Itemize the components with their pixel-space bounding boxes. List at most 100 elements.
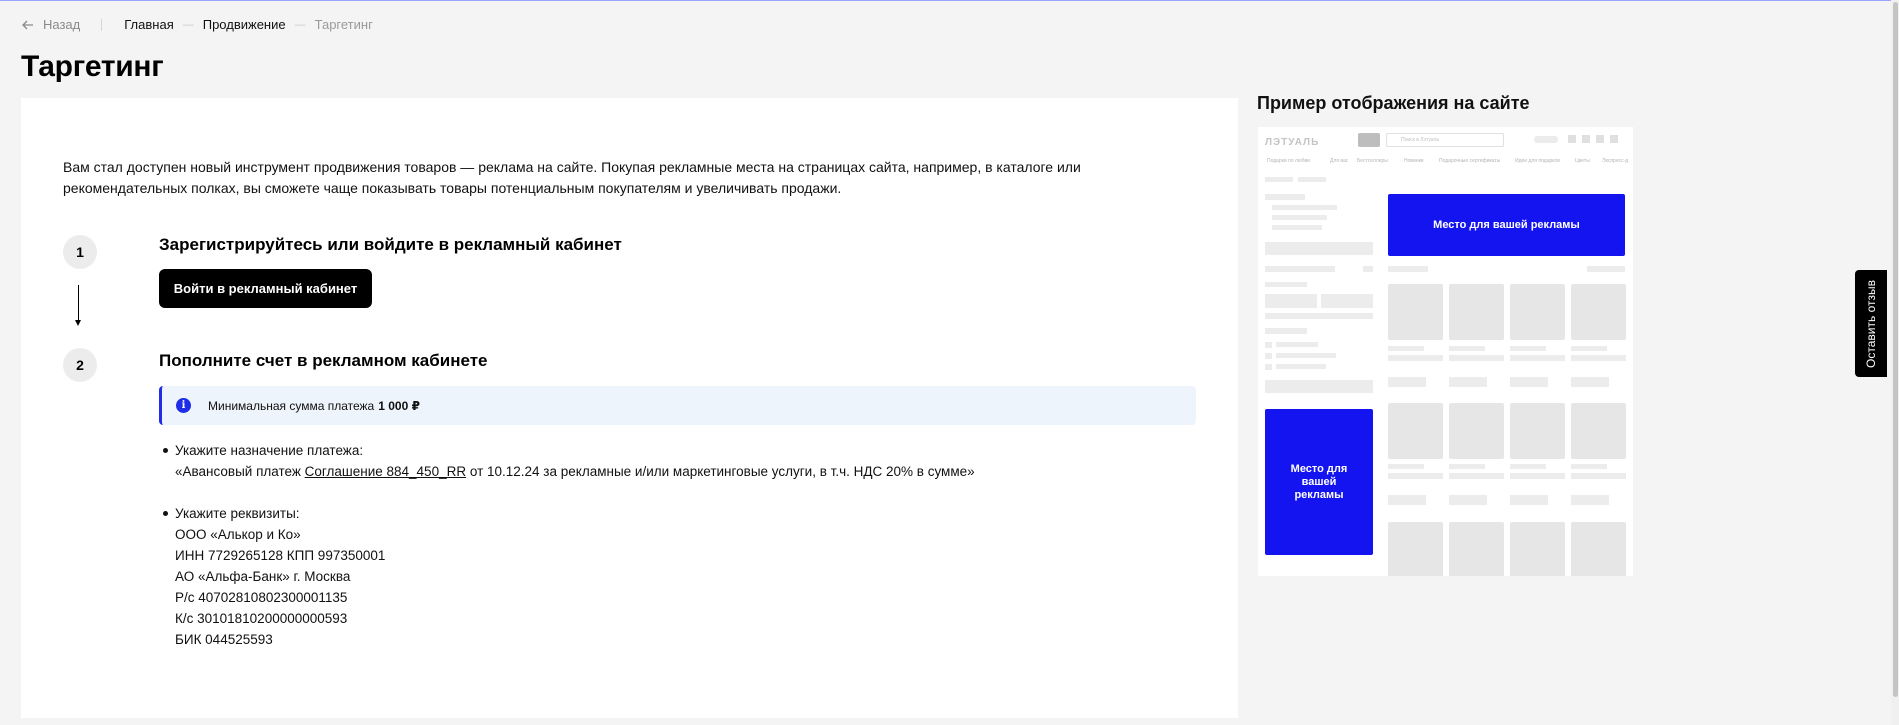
placeholder-checkbox	[1265, 342, 1272, 348]
requisite-line: Р/с 40702810802300001135	[175, 590, 348, 605]
feedback-tab[interactable]: Оставить отзыв	[1855, 270, 1887, 377]
preview-icon	[1568, 135, 1576, 143]
placeholder-bar	[1272, 205, 1337, 210]
preview-nav-item: Бестселлеры	[1357, 158, 1388, 164]
requisite-line: К/с 30101810200000000593	[175, 611, 348, 626]
preview-logo: ЛЭТУАЛЬ	[1265, 137, 1320, 148]
breadcrumb-divider	[101, 18, 103, 31]
page-title: Таргетинг	[21, 50, 164, 83]
ad-banner-top: Место для вашей рекламы	[1388, 194, 1625, 256]
placeholder-bar	[1272, 215, 1327, 220]
placeholder-bar	[1265, 328, 1307, 334]
placeholder-bar	[1510, 346, 1546, 351]
placeholder-bar	[1265, 177, 1293, 182]
list-item: Укажите реквизиты: ООО «Алькор и Ко» ИНН…	[163, 503, 975, 650]
payment-purpose-text: «Авансовый платеж Соглашение 884_450_RR …	[175, 461, 975, 482]
preview-search-box: Поиск в Лэтуаль	[1386, 133, 1504, 147]
placeholder-bar	[1265, 313, 1373, 319]
placeholder-bar	[1571, 346, 1607, 351]
arrow-left-icon	[22, 20, 33, 29]
preview-icon	[1610, 135, 1618, 143]
placeholder-product	[1571, 522, 1626, 576]
payment-instructions: Укажите назначение платежа: «Авансовый п…	[163, 440, 975, 671]
placeholder-bar	[1510, 473, 1565, 479]
placeholder-bar	[1276, 342, 1318, 347]
instructions-card: Вам стал доступен новый инструмент продв…	[21, 98, 1238, 718]
feedback-label: Оставить отзыв	[1864, 279, 1878, 368]
placeholder-bar	[1510, 464, 1546, 469]
placeholder-button	[1388, 377, 1426, 387]
payment-purpose-prefix: «Авансовый платеж	[175, 464, 301, 479]
step-number-1: 1	[63, 235, 97, 269]
back-label: Назад	[43, 17, 81, 32]
placeholder-bar	[1449, 464, 1485, 469]
agreement-link[interactable]: Соглашение 884_450_RR	[305, 464, 466, 479]
payment-purpose-suffix: от 10.12.24 за рекламные и/или маркетинг…	[469, 464, 975, 479]
placeholder-product	[1510, 403, 1565, 459]
requisites-label: Укажите реквизиты:	[175, 506, 300, 521]
preview-nav-item: Подарочные сертификаты	[1439, 158, 1501, 164]
placeholder-button	[1571, 377, 1609, 387]
preview-search-placeholder: Поиск в Лэтуаль	[1401, 137, 1440, 143]
placeholder-product	[1388, 403, 1443, 459]
min-payment-text: Минимальная сумма платежа	[208, 398, 375, 413]
placeholder-block	[1265, 380, 1373, 393]
preview-icon	[1582, 135, 1590, 143]
scrollbar-thumb[interactable]	[1893, 2, 1898, 697]
placeholder-bar	[1449, 355, 1504, 361]
placeholder-button	[1510, 377, 1548, 387]
placeholder-bar	[1510, 355, 1565, 361]
breadcrumb: Назад Главная — Продвижение — Таргетинг	[22, 17, 373, 32]
requisite-line: БИК 044525593	[175, 632, 273, 647]
preview-catalog-button	[1358, 133, 1380, 147]
placeholder-bar	[1265, 266, 1335, 272]
breadcrumb-promotion[interactable]: Продвижение	[203, 17, 286, 32]
preview-points-badge	[1534, 136, 1558, 143]
placeholder-bar	[1388, 355, 1443, 361]
arrow-down-icon	[75, 320, 81, 326]
min-payment-notice: i Минимальная сумма платежа 1 000 ₽	[159, 386, 1196, 425]
placeholder-product	[1449, 403, 1504, 459]
placeholder-product	[1388, 284, 1443, 340]
preview-nav-item: Новинки	[1404, 158, 1424, 164]
preview-nav-item: Подарки по любви	[1267, 158, 1310, 164]
preview-title: Пример отображения на сайте	[1257, 93, 1530, 113]
placeholder-button	[1449, 377, 1487, 387]
placeholder-button	[1449, 495, 1487, 505]
placeholder-product	[1571, 403, 1626, 459]
payment-purpose-label: Укажите назначение платежа:	[175, 443, 364, 458]
breadcrumb-separator: —	[294, 18, 306, 31]
placeholder-bar	[1388, 346, 1424, 351]
breadcrumb-home[interactable]: Главная	[124, 17, 173, 32]
placeholder-bar	[1276, 364, 1326, 369]
placeholder-bar	[1571, 464, 1607, 469]
placeholder-bar	[1571, 355, 1626, 361]
placeholder-bar	[1449, 473, 1504, 479]
preview-nav-item: Экспресс-д	[1602, 158, 1629, 164]
placeholder-bar	[1388, 473, 1443, 479]
placeholder-product	[1388, 522, 1443, 576]
placeholder-checkbox	[1265, 364, 1272, 370]
step-2-title: Пополните счет в рекламном кабинете	[159, 351, 488, 370]
preview-nav-item: Для вас	[1330, 158, 1349, 164]
list-item: Укажите назначение платежа: «Авансовый п…	[163, 440, 975, 482]
placeholder-button	[1510, 495, 1548, 505]
placeholder-block	[1265, 294, 1317, 308]
top-progress-line	[0, 0, 1899, 1]
placeholder-product	[1449, 522, 1504, 576]
placeholder-product	[1510, 284, 1565, 340]
intro-text: Вам стал доступен новый инструмент продв…	[63, 159, 1081, 196]
min-payment-amount: 1 000 ₽	[378, 398, 420, 413]
step-1-title: Зарегистрируйтесь или войдите в рекламны…	[159, 235, 622, 254]
login-ad-cabinet-button[interactable]: Войти в рекламный кабинет	[159, 269, 372, 308]
placeholder-button	[1571, 495, 1609, 505]
step-number-2: 2	[63, 348, 97, 382]
requisite-line: ООО «Алькор и Ко»	[175, 527, 301, 542]
placeholder-bar	[1571, 473, 1626, 479]
back-link[interactable]: Назад	[22, 17, 80, 32]
placeholder-bar	[1388, 266, 1428, 272]
placeholder-bar	[1363, 266, 1373, 272]
placeholder-bar	[1265, 194, 1305, 200]
placeholder-product	[1571, 284, 1626, 340]
placeholder-checkbox	[1265, 353, 1272, 359]
